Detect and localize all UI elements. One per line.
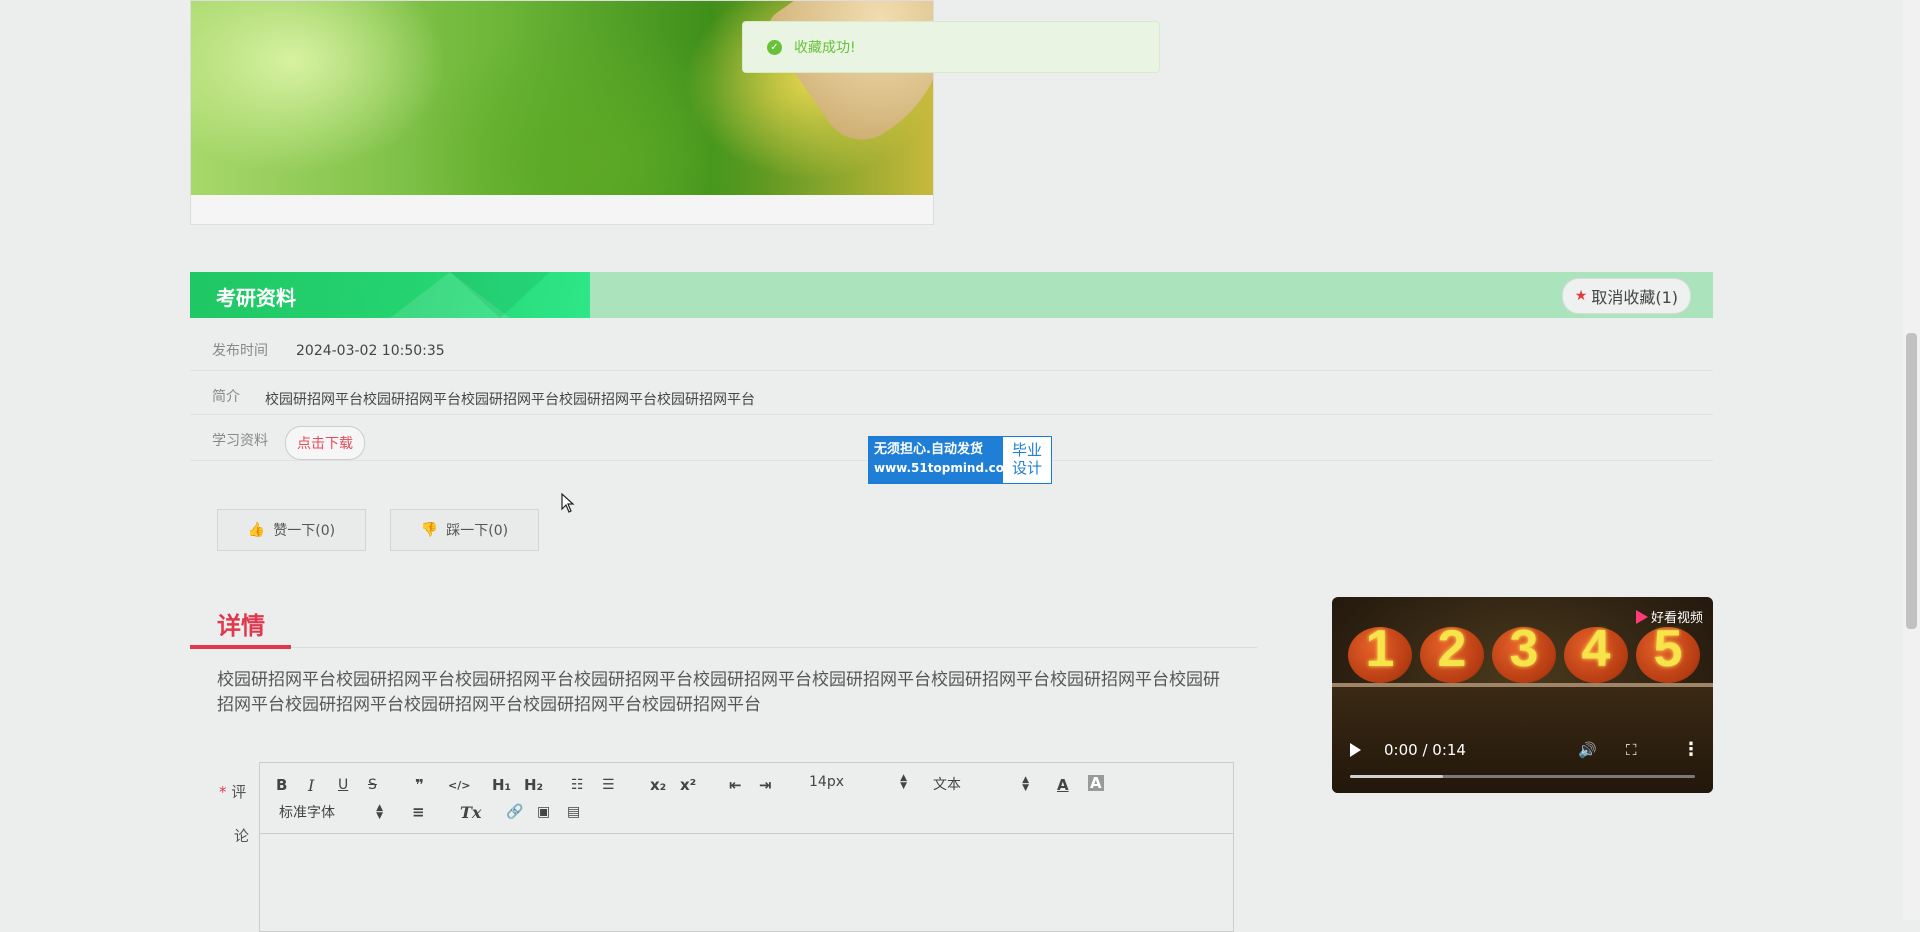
editor-toolbar: B I U S ❞ </> H₁ H₂ ☷ ☰ x₂ x² ⇤ ⇥ 14px ▲…: [260, 763, 1233, 834]
ad-right-line1: 毕业: [1011, 441, 1042, 459]
scrollbar-thumb[interactable]: [1906, 333, 1917, 629]
comment-textarea[interactable]: [260, 834, 1233, 931]
select-arrows-icon: ▲ ▼: [900, 773, 907, 791]
details-heading: 详情: [217, 612, 265, 640]
pumpkin-number: 1: [1365, 620, 1395, 678]
mouse-cursor-icon: [561, 492, 575, 517]
pumpkin-number: 5: [1653, 620, 1683, 678]
intro-label: 简介: [212, 389, 240, 405]
publish-time-label: 发布时间: [212, 343, 268, 359]
download-button[interactable]: 点击下载: [285, 426, 365, 460]
check-circle-icon: ✓: [767, 39, 782, 55]
subscript-button[interactable]: x₂: [650, 775, 666, 795]
font-size-value: 14px: [809, 774, 844, 790]
bold-button[interactable]: B: [276, 775, 287, 795]
watermark-ad[interactable]: 无须担心.自动发货 www.51topmind.com 毕业 设计: [868, 436, 1052, 484]
details-heading-underline: [190, 645, 291, 649]
comment-label: * 评 论: [219, 770, 249, 858]
outdent-button[interactable]: ⇤: [729, 775, 742, 795]
play-icon[interactable]: [1350, 743, 1361, 757]
superscript-button[interactable]: x²: [680, 775, 696, 795]
ad-slogan: 无须担心.自动发货: [874, 442, 983, 457]
pumpkin-5: 5: [1636, 620, 1700, 683]
comment-editor: B I U S ❞ </> H₁ H₂ ☷ ☰ x₂ x² ⇤ ⇥ 14px ▲…: [259, 762, 1234, 932]
more-options-icon[interactable]: ⋮: [1682, 739, 1700, 760]
pumpkin-4: 4: [1564, 620, 1628, 683]
select-arrows-icon: ▲ ▼: [376, 803, 383, 821]
indent-button[interactable]: ⇥: [759, 775, 772, 795]
play-logo-icon: [1635, 609, 1648, 624]
ad-right-line2: 设计: [1011, 459, 1042, 477]
comment-label-line1: 评: [231, 783, 247, 801]
publish-time-row: 发布时间 2024-03-02 10:50:35: [190, 318, 1713, 371]
publish-time-value: 2024-03-02 10:50:35: [296, 343, 445, 359]
blockquote-button[interactable]: ❞: [415, 775, 424, 795]
font-size-select[interactable]: 14px ▲ ▼: [809, 773, 907, 791]
video-controls: 0:00 / 0:14 🔊 ⛶ ⋮: [1332, 731, 1713, 793]
link-button[interactable]: 🔗: [506, 802, 523, 822]
success-toast: ✓ 收藏成功!: [742, 21, 1160, 73]
intro-value: 校园研招网平台校园研招网平台校园研招网平台校园研招网平台校园研招网平台: [265, 392, 755, 408]
video-time: 0:00 / 0:14: [1384, 741, 1466, 759]
video-player[interactable]: 1 2 3 4 5 好看视频 0:00 / 0:14 🔊 ⛶ ⋮: [1332, 597, 1713, 793]
pumpkin-3: 3: [1492, 620, 1556, 683]
dislike-label: 踩一下(0): [446, 523, 509, 539]
align-button[interactable]: ≡: [412, 802, 425, 822]
image-button[interactable]: ▣: [537, 802, 550, 822]
font-family-select[interactable]: 标准字体 ▲ ▼: [279, 802, 383, 822]
thumbs-up-icon: 👍: [247, 522, 266, 538]
resource-title: 考研资料: [216, 286, 296, 310]
font-color-button[interactable]: A: [1057, 775, 1069, 795]
video-buffered-bar: [1350, 775, 1444, 778]
header-select[interactable]: 文本 ▲ ▼: [933, 774, 1029, 794]
details-divider: [190, 647, 1257, 648]
dislike-button[interactable]: 👎 踩一下(0): [390, 509, 539, 551]
material-label: 学习资料: [212, 433, 268, 449]
ordered-list-button[interactable]: ☷: [571, 775, 584, 795]
video-progress-track[interactable]: [1350, 775, 1695, 778]
details-text: 校园研招网平台校园研招网平台校园研招网平台校园研招网平台校园研招网平台校园研招网…: [217, 670, 1220, 715]
intro-row: 简介 校园研招网平台校园研招网平台校园研招网平台校园研招网平台校园研招网平台: [190, 370, 1713, 415]
ad-right-panel: 毕业 设计: [1003, 437, 1051, 483]
required-mark: *: [219, 783, 227, 801]
unfavorite-button[interactable]: ★ 取消收藏(1): [1561, 278, 1691, 314]
ad-url: www.51topmind.com: [874, 461, 1017, 475]
pumpkin-number: 3: [1509, 620, 1539, 678]
bullet-list-button[interactable]: ☰: [602, 775, 615, 795]
toast-message: 收藏成功!: [794, 40, 856, 56]
like-button[interactable]: 👍 赞一下(0): [217, 509, 366, 551]
background-color-button[interactable]: A: [1088, 774, 1104, 792]
pumpkin-2: 2: [1420, 620, 1484, 683]
pumpkin-1: 1: [1348, 620, 1412, 683]
clear-format-button[interactable]: Tx: [460, 802, 481, 822]
unfavorite-label: 取消收藏(1): [1591, 288, 1678, 307]
banner-decoration: [450, 272, 550, 318]
title-banner: 考研资料: [190, 272, 590, 318]
heading1-button[interactable]: H₁: [492, 775, 511, 795]
pumpkin-number: 2: [1437, 620, 1467, 678]
font-family-value: 标准字体: [279, 805, 335, 821]
ad-left-panel: 无须担心.自动发货 www.51topmind.com: [869, 437, 1017, 483]
resource-title-bar: 考研资料 ★ 取消收藏(1): [190, 272, 1713, 318]
video-brand-label: 好看视频: [1650, 611, 1703, 626]
volume-icon[interactable]: 🔊: [1578, 741, 1597, 759]
comment-label-line2: 论: [233, 827, 249, 845]
code-block-button[interactable]: </>: [448, 775, 470, 795]
like-label: 赞一下(0): [273, 523, 336, 539]
header-value: 文本: [933, 777, 961, 793]
star-icon: ★: [1574, 288, 1588, 304]
video-brand: 好看视频: [1635, 607, 1703, 626]
italic-button[interactable]: I: [308, 775, 314, 795]
thumbs-down-icon: 👎: [420, 522, 439, 538]
pumpkin-number: 4: [1581, 620, 1611, 678]
strike-button[interactable]: S: [368, 775, 377, 795]
underline-button[interactable]: U: [338, 775, 348, 795]
heading2-button[interactable]: H₂: [524, 775, 543, 795]
video-embed-button[interactable]: ▤: [567, 802, 580, 822]
select-arrows-icon: ▲ ▼: [1022, 775, 1029, 793]
fullscreen-icon[interactable]: ⛶: [1626, 741, 1637, 759]
